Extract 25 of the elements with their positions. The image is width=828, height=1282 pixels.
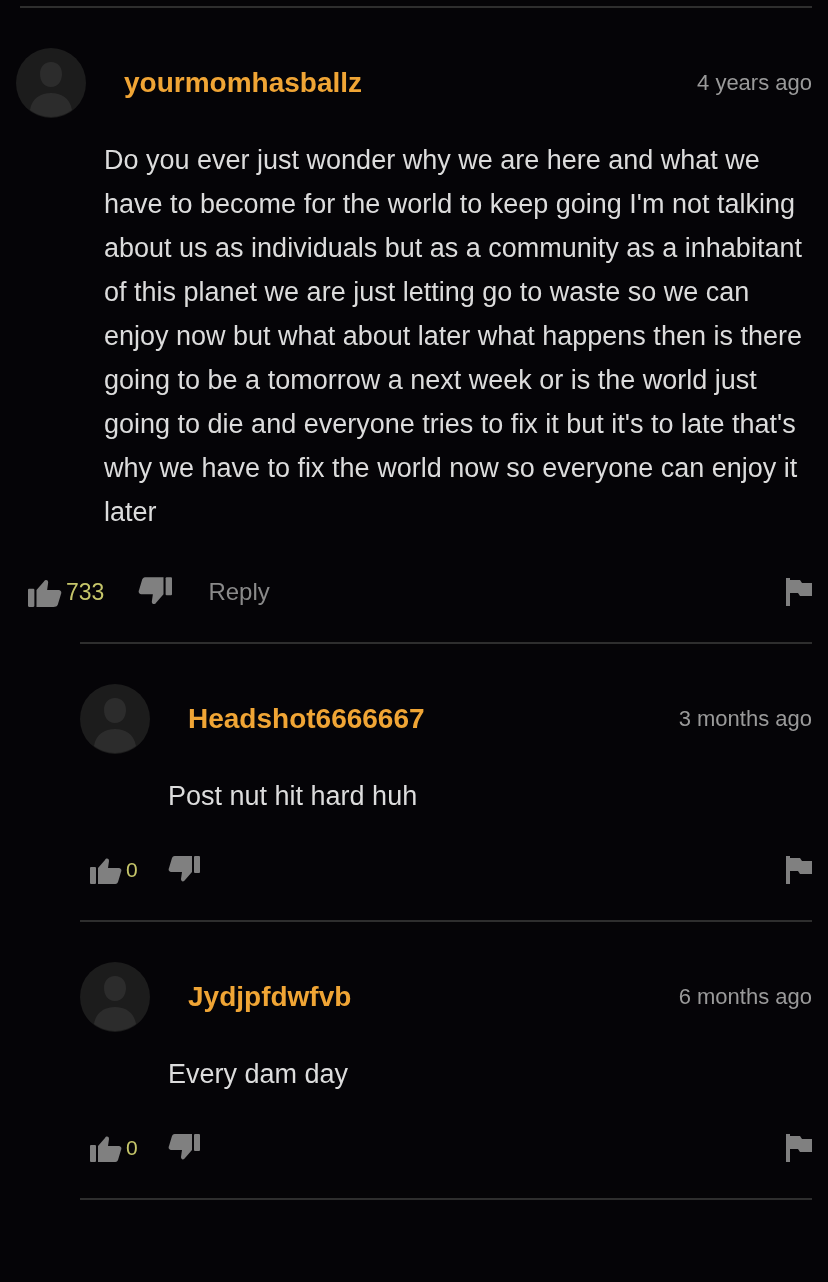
like-count: 0 [126, 858, 138, 882]
timestamp: 4 years ago [697, 70, 812, 96]
thumbs-up-icon[interactable] [28, 577, 62, 607]
flag-icon[interactable] [786, 1134, 812, 1162]
flag-icon[interactable] [786, 856, 812, 884]
comment-text: Post nut hit hard huh [168, 780, 419, 813]
thumbs-down-icon[interactable] [167, 1134, 200, 1162]
like-count: 0 [126, 1136, 138, 1160]
thumbs-down-icon[interactable] [167, 856, 200, 884]
flag-icon[interactable] [786, 578, 812, 606]
avatar-icon [80, 684, 150, 754]
reply-button[interactable]: Reply [208, 578, 270, 606]
like-count: 733 [66, 578, 105, 606]
avatar-icon [16, 48, 86, 118]
comment-text: Do you ever just wonder why we are here and what we have to become for the world to keep going I'm not talking about us as individuals but as a community as a inhabitant of this planet we are just letting go to waste so we can enjoy now but what about later what happens then is there going to be a tomorrow a next week or is the world just going to die and everyone tries to fix it but it's to late that's why we have to fix the world now so everyone can enjoy it later [104, 144, 803, 529]
username[interactable]: yourmomhasballz [124, 67, 363, 99]
username[interactable]: Headshot6666667 [188, 703, 425, 735]
comment-text: Every dam day [168, 1058, 350, 1091]
timestamp: 6 months ago [678, 984, 812, 1010]
username[interactable]: Jydjpfdwfvb [188, 981, 352, 1013]
thumbs-up-icon[interactable] [90, 856, 122, 884]
thumbs-down-icon[interactable] [138, 577, 173, 607]
avatar-icon [80, 962, 150, 1032]
timestamp: 3 months ago [678, 706, 812, 732]
thumbs-up-icon[interactable] [90, 1134, 122, 1162]
